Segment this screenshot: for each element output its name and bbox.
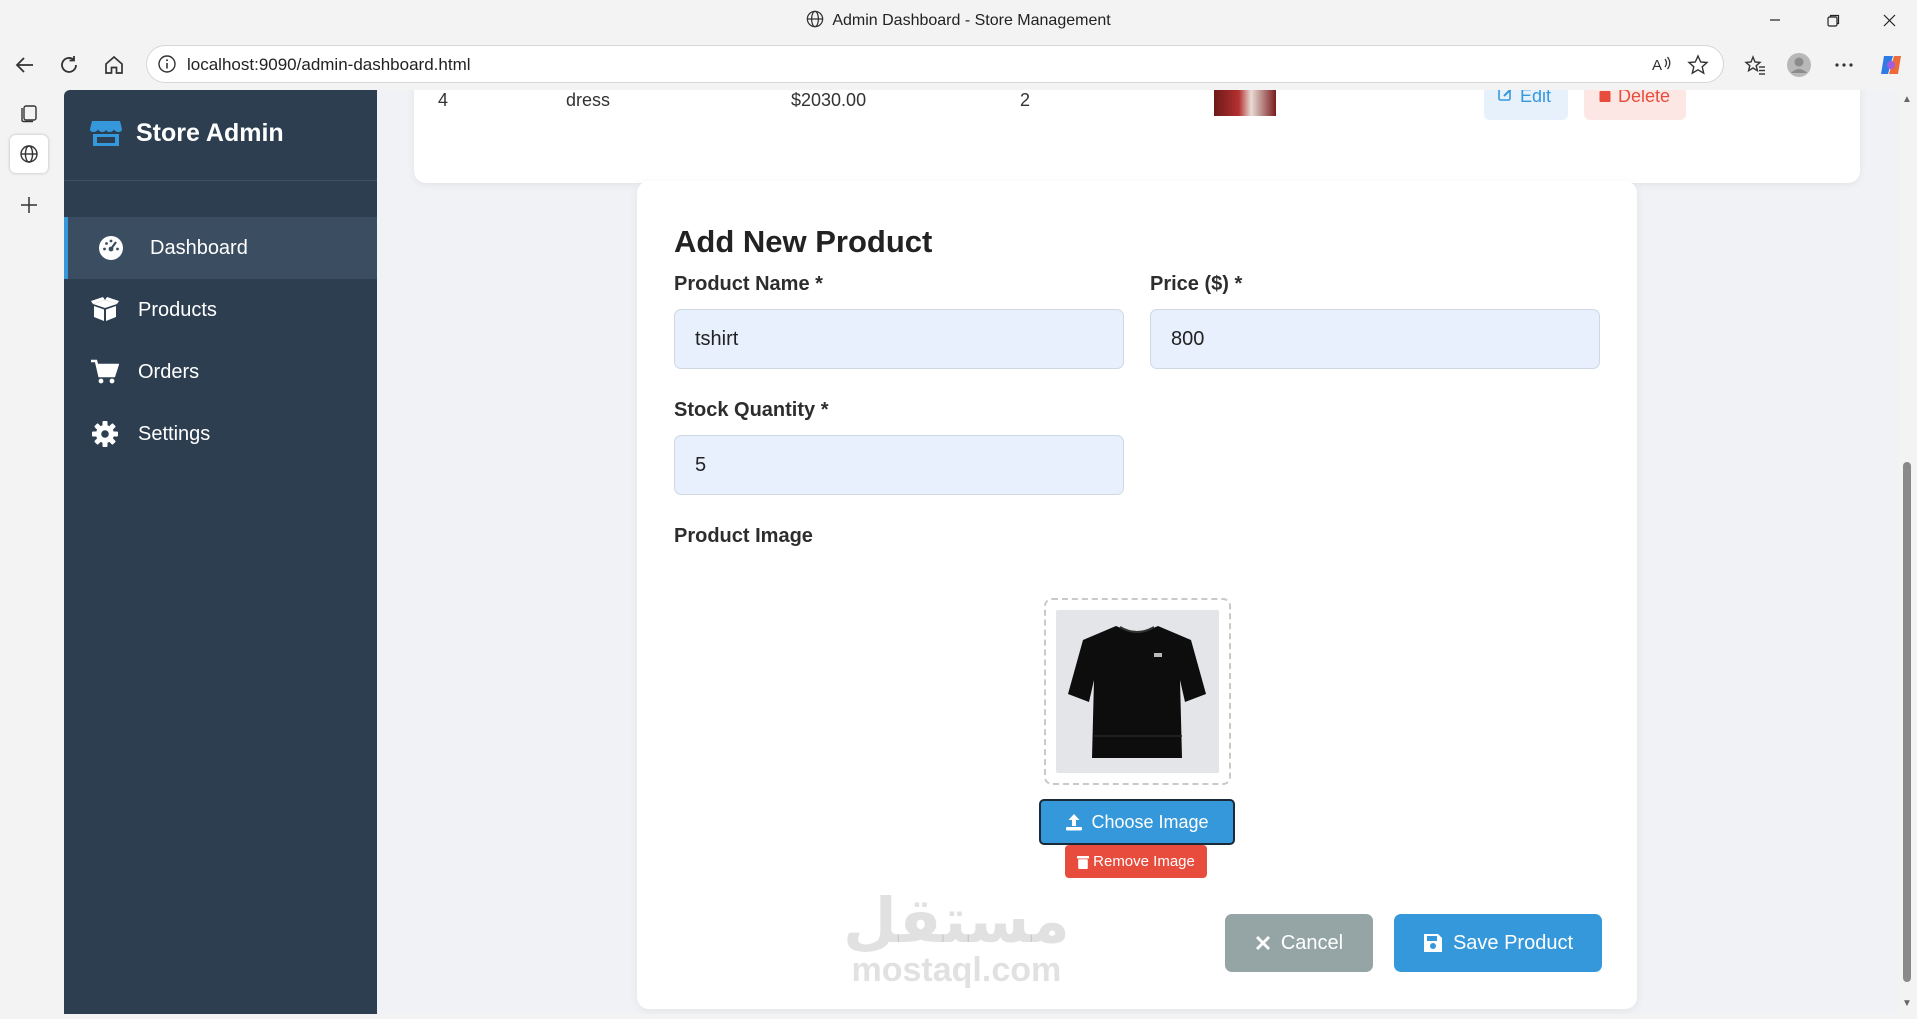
save-product-button[interactable]: Save Product (1394, 914, 1602, 972)
brand-name: Store Admin (136, 118, 284, 147)
delete-label: Delete (1618, 90, 1671, 106)
vertical-tab-strip (0, 90, 60, 1019)
svg-text:A: A (1652, 57, 1662, 74)
tab-actions-icon[interactable] (10, 94, 48, 132)
image-preview (1044, 598, 1231, 785)
scroll-up-icon[interactable]: ▲ (1902, 94, 1912, 105)
gauge-icon (96, 233, 126, 263)
cart-icon (90, 357, 120, 387)
url-text[interactable]: localhost:9090/admin-dashboard.html (187, 55, 471, 75)
read-aloud-icon[interactable]: A (1651, 54, 1673, 79)
sidebar-item-label: Dashboard (150, 236, 248, 259)
sidebar-item-label: Orders (138, 360, 200, 383)
address-bar[interactable]: localhost:9090/admin-dashboard.html A (146, 45, 1724, 83)
copilot-icon[interactable] (1874, 48, 1908, 82)
form-title: Add New Product (674, 224, 933, 259)
profile-avatar[interactable] (1782, 48, 1816, 82)
cancel-label: Cancel (1280, 931, 1344, 954)
gear-icon (90, 419, 120, 449)
admin-sidebar: Store Admin Dashboard Products Orders Se… (64, 90, 377, 1014)
minimize-button[interactable] (1752, 6, 1798, 34)
restore-button[interactable] (1810, 6, 1856, 34)
brand[interactable]: Store Admin (90, 118, 284, 148)
stock-label: Stock Quantity * (674, 399, 829, 421)
close-window-button[interactable] (1866, 6, 1912, 34)
globe-icon (806, 10, 824, 33)
save-icon (1423, 933, 1443, 953)
products-table-card: 4 dress $2030.00 2 Edit Delete (414, 90, 1860, 183)
sidebar-item-dashboard[interactable]: Dashboard (64, 217, 377, 279)
favorite-star-icon[interactable] (1687, 54, 1709, 81)
add-product-form: Add New Product Product Name * Price ($)… (637, 181, 1637, 1009)
box-icon (90, 295, 120, 325)
page-viewport: Store Admin Dashboard Products Orders Se… (64, 90, 1898, 1014)
close-icon (1255, 935, 1271, 951)
browser-toolbar: localhost:9090/admin-dashboard.html A (0, 40, 1917, 90)
sidebar-item-products[interactable]: Products (64, 279, 377, 341)
tab-current-page[interactable] (10, 135, 48, 173)
stock-input[interactable] (674, 435, 1124, 495)
price-label: Price ($) * (1150, 273, 1243, 295)
sidebar-divider (64, 180, 377, 181)
watermark-latin: mostaql.com (851, 951, 1062, 989)
more-menu-icon[interactable] (1827, 48, 1861, 82)
cancel-button[interactable]: Cancel (1225, 914, 1373, 972)
save-label: Save Product (1452, 931, 1574, 954)
store-icon (90, 118, 122, 148)
tshirt-image (1056, 610, 1219, 773)
edit-icon (1498, 90, 1514, 107)
sidebar-item-label: Settings (138, 422, 211, 445)
window-title: Admin Dashboard - Store Management (832, 12, 1111, 29)
product-image-label: Product Image (674, 525, 813, 547)
cell-stock: 2 (1020, 90, 1031, 110)
cell-price: $2030.00 (791, 90, 867, 110)
delete-button[interactable]: Delete (1584, 90, 1686, 120)
sidebar-item-settings[interactable]: Settings (64, 403, 377, 465)
trash-icon (1077, 855, 1090, 869)
price-input[interactable] (1150, 309, 1600, 369)
choose-image-button[interactable]: Choose Image (1039, 799, 1235, 845)
trash-icon (1598, 90, 1612, 107)
refresh-button[interactable] (52, 48, 86, 82)
sidebar-item-orders[interactable]: Orders (64, 341, 377, 403)
cell-name: dress (566, 90, 611, 110)
edit-label: Edit (1520, 90, 1552, 106)
cell-id: 4 (438, 90, 449, 110)
page-scrollbar[interactable]: ▲ ▼ (1898, 90, 1917, 1014)
remove-image-button[interactable]: Remove Image (1065, 845, 1207, 878)
new-tab-icon[interactable] (10, 186, 48, 224)
product-name-label: Product Name * (674, 273, 823, 295)
watermark: مستقل mostaql.com (843, 884, 1070, 989)
watermark-arabic: مستقل (843, 884, 1070, 957)
choose-image-label: Choose Image (1091, 811, 1209, 832)
window-titlebar: Admin Dashboard - Store Management (0, 0, 1917, 40)
sidebar-item-label: Products (138, 298, 217, 321)
upload-icon (1065, 813, 1083, 831)
window-title-container: Admin Dashboard - Store Management (0, 10, 1917, 33)
remove-image-label: Remove Image (1093, 853, 1195, 870)
product-name-input[interactable] (674, 309, 1124, 369)
edit-button[interactable]: Edit (1484, 90, 1568, 120)
scroll-down-icon[interactable]: ▼ (1902, 998, 1912, 1009)
site-info-icon[interactable] (157, 54, 177, 79)
home-button[interactable] (97, 48, 131, 82)
scrollbar-thumb[interactable] (1903, 462, 1911, 982)
favorites-icon[interactable] (1738, 48, 1772, 82)
back-button[interactable] (8, 48, 42, 82)
product-thumbnail (1214, 90, 1276, 116)
